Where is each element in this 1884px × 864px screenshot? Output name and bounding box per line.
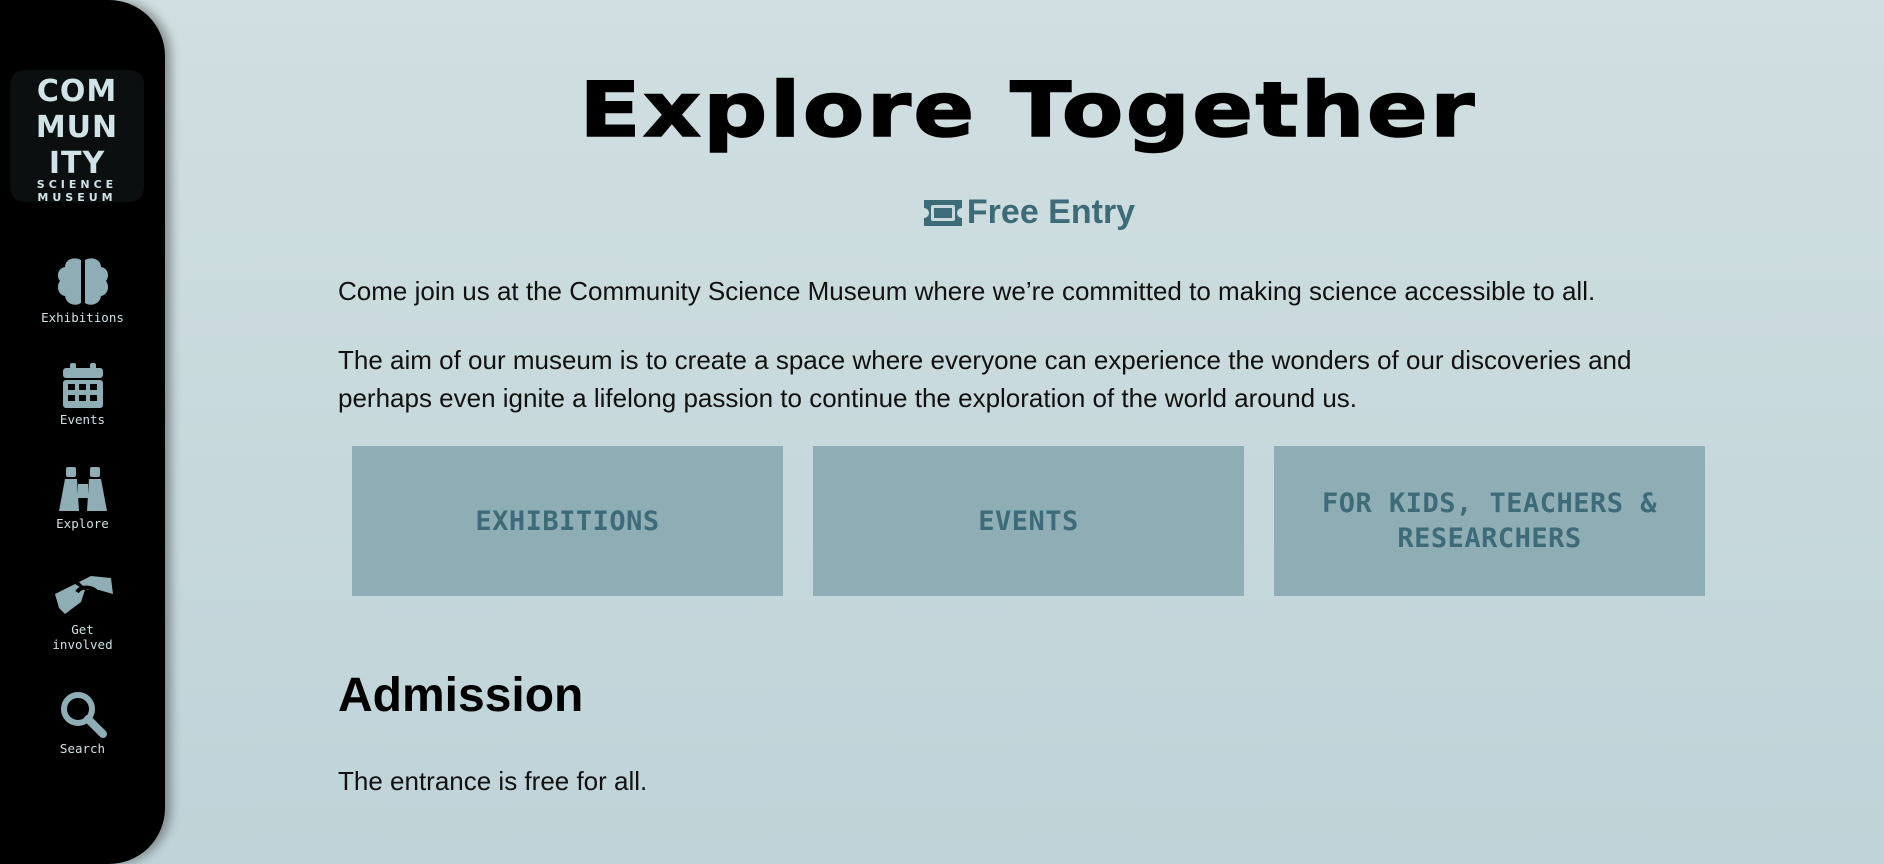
search-icon — [60, 692, 107, 738]
calendar-icon — [62, 363, 103, 408]
sidebar-item-label: Events — [59, 412, 106, 427]
card-label: EXHIBITIONS — [475, 505, 660, 537]
sidebar-item-label: Exhibitions — [41, 310, 124, 325]
sidebar-item-label: Explore — [56, 516, 109, 531]
logo-line-3: ITY — [48, 146, 106, 181]
brain-icon — [57, 258, 108, 305]
sidebar-item-search[interactable]: Search — [0, 689, 165, 756]
logo-line-1: COM — [36, 74, 118, 109]
card-for-kids-teachers-researchers[interactable]: FOR KIDS, TEACHERS & RESEARCHERS — [1274, 446, 1705, 596]
card-exhibitions[interactable]: EXHIBITIONS — [352, 446, 783, 596]
sidebar: COM MUN ITY SCIENCE MUSEUM Exhibitions E… — [0, 0, 165, 864]
card-label: EVENTS — [978, 505, 1079, 537]
feature-cards: EXHIBITIONS EVENTS FOR KIDS, TEACHERS & … — [352, 446, 1714, 596]
sidebar-item-get-involved[interactable]: Get involved — [0, 568, 165, 652]
free-entry-label: Free Entry — [966, 193, 1136, 231]
logo-line-4: SCIENCE — [36, 178, 118, 191]
ticket-icon — [923, 200, 962, 226]
admission-text: The entrance is free for all. — [338, 766, 648, 796]
card-events[interactable]: EVENTS — [813, 446, 1244, 596]
sidebar-item-exhibitions[interactable]: Exhibitions — [0, 256, 165, 325]
sidebar-item-explore[interactable]: Explore — [0, 466, 165, 531]
aim-paragraph: The aim of our museum is to create a spa… — [338, 345, 1632, 413]
museum-logo[interactable]: COM MUN ITY SCIENCE MUSEUM — [10, 70, 144, 204]
card-label: FOR KIDS, TEACHERS & RESEARCHERS — [1321, 488, 1658, 554]
sidebar-item-events[interactable]: Events — [0, 362, 165, 427]
logo-line-5: MUSEUM — [37, 191, 117, 204]
intro-paragraph: Come join us at the Community Science Mu… — [338, 276, 1596, 306]
free-entry-badge: Free Entry — [338, 192, 1718, 232]
logo-line-2: MUN — [35, 110, 119, 145]
admission-heading: Admission — [338, 669, 584, 722]
page-title: Explore Together — [578, 65, 1477, 154]
binoculars-icon — [58, 467, 107, 511]
sidebar-item-label-line-2: involved — [52, 637, 113, 652]
handshake-icon — [54, 576, 113, 614]
sidebar-item-label: Search — [59, 741, 106, 756]
sidebar-item-label-line-1: Get — [71, 622, 94, 637]
